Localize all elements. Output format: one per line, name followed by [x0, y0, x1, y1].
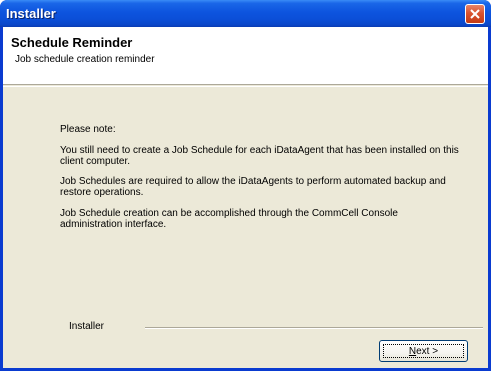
footer-brand-label: Installer — [69, 321, 105, 332]
note-paragraph-2: Job Schedules are required to allow the … — [60, 176, 446, 198]
title-bar[interactable]: Installer — [0, 0, 491, 27]
note-paragraph-3: Job Schedule creation can be accomplishe… — [60, 208, 398, 230]
window-title: Installer — [6, 6, 56, 21]
page-subtitle: Job schedule creation reminder — [15, 54, 155, 65]
note-heading: Please note: — [60, 124, 116, 135]
header-divider — [3, 86, 488, 87]
next-button[interactable]: Next > — [379, 340, 468, 362]
close-button[interactable] — [465, 4, 485, 24]
wizard-header: Schedule Reminder Job schedule creation … — [3, 27, 488, 85]
focus-rectangle — [383, 344, 464, 358]
footer-divider — [145, 327, 483, 329]
note-paragraph-1: You still need to create a Job Schedule … — [60, 145, 459, 167]
close-icon — [470, 9, 480, 19]
page-title: Schedule Reminder — [11, 35, 133, 50]
dialog-client-area: Schedule Reminder Job schedule creation … — [3, 27, 488, 368]
installer-window: Installer Schedule Reminder Job schedule… — [0, 0, 491, 371]
